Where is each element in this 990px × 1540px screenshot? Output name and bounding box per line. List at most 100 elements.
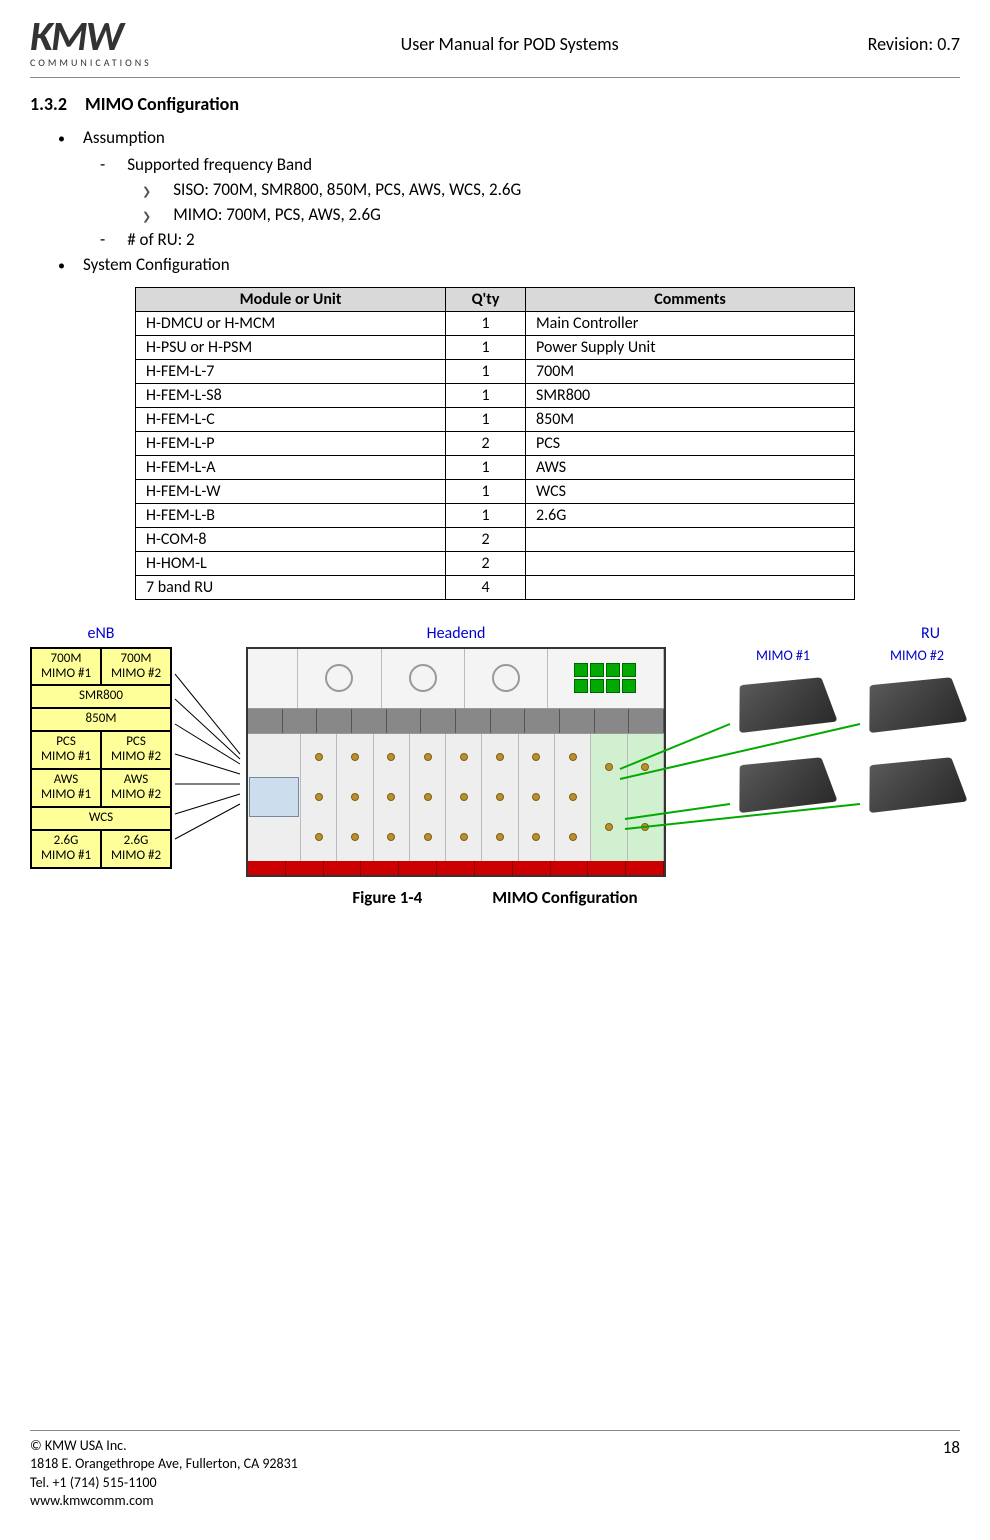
page-number: 18: [943, 1437, 960, 1510]
cell-module: H-COM-8: [136, 527, 446, 551]
ru-label: RU: [921, 624, 940, 643]
cell-comment: Power Supply Unit: [526, 335, 855, 359]
config-table: Module or Unit Q'ty Comments H-DMCU or H…: [135, 287, 855, 600]
page-footer: © KMW USA Inc. 1818 E. Orangethrope Ave,…: [30, 1430, 960, 1510]
enb-label: eNB: [30, 624, 172, 643]
enb-26g-2: 2.6GMIMO #2: [101, 830, 171, 868]
port-grid: [568, 657, 642, 699]
enb-850m: 850M: [31, 708, 171, 731]
logo-sub: COMMUNICATIONS: [30, 56, 152, 69]
lcd-icon: [249, 777, 299, 817]
cell-module: H-FEM-L-P: [136, 431, 446, 455]
ru-unit: [870, 752, 960, 812]
cell-comment: [526, 551, 855, 575]
footer-web: www.kmwcomm.com: [30, 1492, 298, 1510]
cell-qty: 2: [446, 431, 526, 455]
table-row: H-PSU or H-PSM1Power Supply Unit: [136, 335, 855, 359]
cell-qty: 1: [446, 503, 526, 527]
cell-qty: 1: [446, 383, 526, 407]
bullet-ru-count: # of RU: 2: [100, 229, 960, 250]
cell-module: H-FEM-L-W: [136, 479, 446, 503]
bullet-freq-band: Supported frequency Band: [100, 154, 960, 175]
headend-column: Headend: [192, 624, 720, 877]
enb-pcs-2: PCSMIMO #2: [101, 731, 171, 769]
footer-company: © KMW USA Inc.: [30, 1437, 298, 1455]
cell-comment: WCS: [526, 479, 855, 503]
cell-module: H-FEM-L-C: [136, 407, 446, 431]
dial-icon: [409, 664, 437, 692]
ru-unit: [740, 752, 830, 812]
section-number: 1.3.2: [30, 93, 67, 115]
enb-aws-2: AWSMIMO #2: [101, 769, 171, 807]
headend-chassis: [246, 647, 666, 877]
table-row: H-FEM-L-S81SMR800: [136, 383, 855, 407]
cell-comment: 2.6G: [526, 503, 855, 527]
bullet-mimo: MIMO: 700M, PCS, AWS, 2.6G: [142, 204, 960, 225]
th-module: Module or Unit: [136, 287, 446, 311]
table-row: 7 band RU4: [136, 575, 855, 599]
cell-module: 7 band RU: [136, 575, 446, 599]
cell-qty: 1: [446, 455, 526, 479]
enb-700m-1: 700MMIMO #1: [31, 648, 101, 686]
figure-caption: Figure 1-4 MIMO Configuration: [30, 887, 960, 908]
cell-module: H-DMCU or H-MCM: [136, 311, 446, 335]
th-qty: Q'ty: [446, 287, 526, 311]
bullet-siso: SISO: 700M, SMR800, 850M, PCS, AWS, WCS,…: [142, 179, 960, 200]
cell-qty: 1: [446, 359, 526, 383]
enb-table: 700MMIMO #1 700MMIMO #2 SMR800 850M PCSM…: [30, 647, 172, 869]
enb-26g-1: 2.6GMIMO #1: [31, 830, 101, 868]
figure-caption-text: MIMO Configuration: [492, 887, 637, 908]
content-bullets: Assumption Supported frequency Band SISO…: [40, 127, 960, 281]
enb-wcs: WCS: [31, 807, 171, 830]
bullet-assumption: Assumption: [58, 127, 960, 148]
cell-module: H-HOM-L: [136, 551, 446, 575]
table-row: H-FEM-L-71700M: [136, 359, 855, 383]
figure-number: Figure 1-4: [352, 887, 422, 908]
section-heading: 1.3.2MIMO Configuration: [30, 93, 960, 115]
ru-column: RU MIMO #1 MIMO #2: [740, 624, 960, 812]
enb-aws-1: AWSMIMO #1: [31, 769, 101, 807]
table-row: H-FEM-L-B12.6G: [136, 503, 855, 527]
ru-unit: [870, 672, 960, 732]
cell-comment: [526, 527, 855, 551]
table-row: H-HOM-L2: [136, 551, 855, 575]
headend-label: Headend: [427, 624, 486, 643]
table-row: H-FEM-L-C1850M: [136, 407, 855, 431]
mimo2-label: MIMO #2: [890, 647, 944, 664]
cell-comment: SMR800: [526, 383, 855, 407]
cell-comment: PCS: [526, 431, 855, 455]
cell-comment: 700M: [526, 359, 855, 383]
cell-comment: AWS: [526, 455, 855, 479]
enb-smr800: SMR800: [31, 685, 171, 708]
ru-unit: [740, 672, 830, 732]
table-row: H-COM-82: [136, 527, 855, 551]
table-row: H-FEM-L-A1AWS: [136, 455, 855, 479]
revision-label: Revision: 0.7: [868, 33, 960, 55]
footer-address: 1818 E. Orangethrope Ave, Fullerton, CA …: [30, 1455, 298, 1473]
enb-column: eNB 700MMIMO #1 700MMIMO #2 SMR800 850M …: [30, 624, 172, 869]
table-row: H-FEM-L-P2PCS: [136, 431, 855, 455]
figure-diagram: eNB 700MMIMO #1 700MMIMO #2 SMR800 850M …: [30, 624, 960, 877]
logo: KMW COMMUNICATIONS: [30, 20, 152, 69]
cell-qty: 1: [446, 479, 526, 503]
cell-module: H-FEM-L-7: [136, 359, 446, 383]
mimo1-label: MIMO #1: [756, 647, 810, 664]
cell-qty: 2: [446, 551, 526, 575]
table-row: H-FEM-L-W1WCS: [136, 479, 855, 503]
cell-module: H-FEM-L-A: [136, 455, 446, 479]
footer-tel: Tel. +1 (714) 515-1100: [30, 1474, 298, 1492]
cell-comment: Main Controller: [526, 311, 855, 335]
document-title: User Manual for POD Systems: [152, 33, 868, 55]
logo-main: KMW: [30, 20, 122, 54]
dial-icon: [492, 664, 520, 692]
cell-module: H-FEM-L-B: [136, 503, 446, 527]
cell-comment: 850M: [526, 407, 855, 431]
cell-module: H-PSU or H-PSM: [136, 335, 446, 359]
cell-qty: 1: [446, 407, 526, 431]
th-comments: Comments: [526, 287, 855, 311]
page-header: KMW COMMUNICATIONS User Manual for POD S…: [30, 20, 960, 78]
bullet-system-config: System Configuration: [58, 254, 960, 275]
enb-pcs-1: PCSMIMO #1: [31, 731, 101, 769]
table-row: H-DMCU or H-MCM1Main Controller: [136, 311, 855, 335]
cell-qty: 4: [446, 575, 526, 599]
